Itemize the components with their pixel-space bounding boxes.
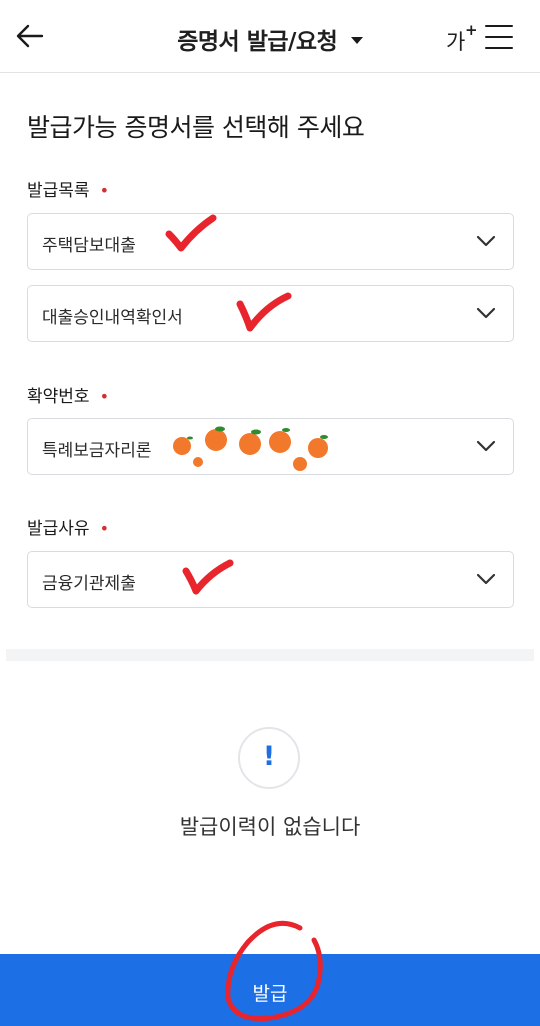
chevron-down-icon <box>476 440 496 452</box>
issue-list-select[interactable]: 주택담보대출 <box>27 213 514 270</box>
caret-down-icon <box>350 36 363 44</box>
certificate-type-select[interactable]: 대출승인내역확인서 <box>27 285 514 342</box>
field-label-commitment-number: 확약번호 • <box>27 387 109 407</box>
section-divider <box>6 649 534 661</box>
font-size-label: 가 <box>446 30 466 54</box>
issue-reason-select[interactable]: 금융기관제출 <box>27 551 514 608</box>
chevron-down-icon <box>476 573 496 585</box>
chevron-down-icon <box>476 235 496 247</box>
issue-button[interactable]: 발급 <box>0 954 540 1026</box>
required-mark: • <box>99 387 109 406</box>
menu-button[interactable] <box>484 24 514 50</box>
app-header: 증명서 발급/요청 가 + <box>0 0 540 73</box>
issue-button-label: 발급 <box>252 984 288 1005</box>
exclamation-circle-icon: ! <box>238 727 300 789</box>
empty-history-message: 발급이력이 없습니다 <box>179 815 361 839</box>
field-label-issue-reason: 발급사유 • <box>27 519 109 539</box>
font-size-button[interactable]: 가 + <box>446 21 480 54</box>
section-heading: 발급가능 증명서를 선택해 주세요 <box>27 113 365 142</box>
select-value: 금융기관제출 <box>42 574 136 594</box>
required-mark: • <box>99 519 109 538</box>
select-value: 주택담보대출 <box>42 236 136 256</box>
redaction-sticker <box>172 426 336 473</box>
required-mark: • <box>99 181 109 200</box>
select-value: 특례보금자리론 <box>42 441 152 461</box>
page-title: 증명서 발급/요청 <box>177 29 338 55</box>
select-value: 대출승인내역확인서 <box>42 308 183 328</box>
plus-icon: + <box>465 21 478 39</box>
hamburger-icon <box>485 25 513 49</box>
field-label-issue-list: 발급목록 • <box>27 181 109 201</box>
chevron-down-icon <box>476 307 496 319</box>
